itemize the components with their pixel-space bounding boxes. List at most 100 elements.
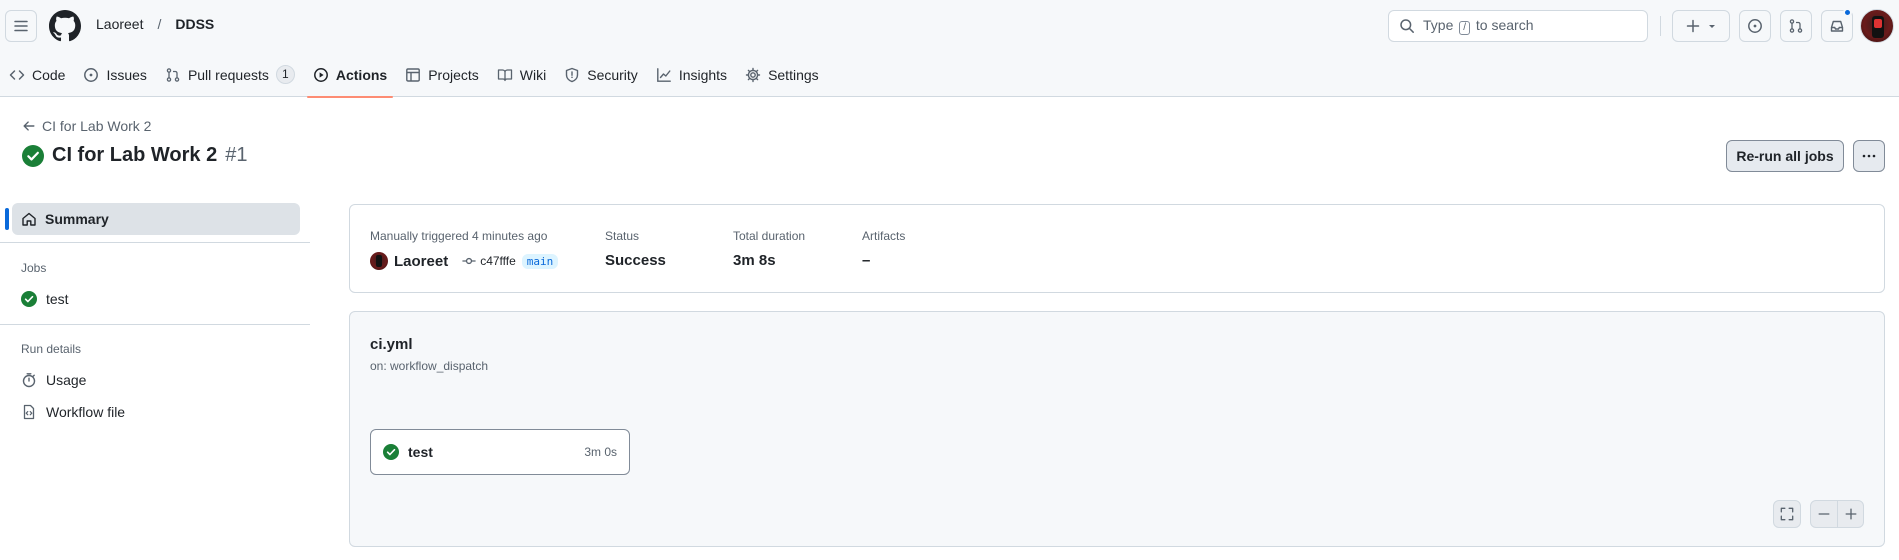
search-shortcut-key: / [1459, 21, 1471, 35]
tab-label: Projects [428, 66, 479, 83]
triangle-down-icon [1709, 25, 1715, 28]
tab-actions[interactable]: Actions [304, 52, 396, 98]
plus-icon [1845, 508, 1856, 520]
status-value: Success [605, 252, 666, 269]
artifacts-value: – [862, 252, 871, 269]
tab-projects[interactable]: Projects [396, 52, 488, 97]
check-circle-fill-icon [22, 144, 44, 167]
tab-code[interactable]: Code [0, 52, 74, 97]
sidebar-divider [0, 242, 310, 243]
minus-icon [1818, 513, 1830, 515]
shield-icon [566, 67, 579, 82]
duration-column: Total duration 3m 8s [733, 229, 805, 269]
duration-value: 3m 8s [733, 252, 776, 269]
sidebar-item-label: Usage [46, 372, 87, 388]
run-details-heading: Run details [21, 342, 82, 356]
tab-label: Actions [335, 66, 388, 83]
actor-link[interactable]: Laoreet [394, 253, 448, 270]
sidebar-item-label: Workflow file [46, 404, 126, 420]
sidebar-item-usage[interactable]: Usage [21, 372, 86, 388]
tab-label: Security [587, 66, 638, 83]
back-to-workflow-link[interactable]: CI for Lab Work 2 [22, 118, 151, 134]
tab-insights[interactable]: Insights [647, 52, 736, 97]
sidebar-item-label: Summary [45, 211, 109, 227]
repo-link[interactable]: DDSS [175, 16, 214, 32]
sidebar-item-workflow-file[interactable]: Workflow file [21, 404, 125, 420]
zoom-in-button[interactable] [1837, 501, 1863, 527]
trigger-column: Manually triggered 4 minutes ago Laoreet… [370, 229, 559, 270]
create-new-button[interactable] [1672, 10, 1730, 42]
fullscreen-icon [1780, 507, 1794, 521]
book-icon [497, 68, 512, 81]
pull-request-icon [166, 67, 180, 82]
tab-label: Settings [768, 66, 819, 83]
tab-security[interactable]: Security [555, 52, 647, 97]
arrow-left-icon [23, 121, 35, 131]
table-icon [406, 67, 421, 82]
tab-label: Wiki [519, 66, 547, 83]
tab-label: Insights [678, 66, 728, 83]
stopwatch-icon [22, 373, 36, 388]
zoom-controls [1810, 500, 1864, 528]
duration-label: Total duration [733, 229, 806, 243]
artifacts-column: Artifacts – [862, 229, 905, 269]
rerun-all-jobs-button[interactable]: Re-run all jobs [1726, 140, 1844, 172]
trigger-label: Manually triggered 4 minutes ago [370, 229, 548, 243]
status-label: Status [605, 229, 640, 243]
run-summary-card: Manually triggered 4 minutes ago Laoreet… [349, 204, 1885, 293]
workflow-graph-card: ci.yml on: workflow_dispatch test 3m 0s [349, 311, 1885, 547]
sidebar-item-summary[interactable]: Summary [5, 203, 300, 235]
commit-link[interactable]: c47fffe [462, 254, 516, 268]
search-input[interactable]: Type / to search [1388, 10, 1648, 42]
kebab-horizontal-icon [1862, 154, 1876, 158]
plus-icon [1686, 19, 1700, 33]
tab-wiki[interactable]: Wiki [488, 52, 555, 97]
more-options-button[interactable] [1853, 140, 1885, 172]
user-avatar[interactable] [1860, 9, 1894, 43]
pull-request-count: 1 [275, 65, 295, 84]
check-circle-fill-icon [383, 444, 399, 460]
repo-nav-tabs: Code Issues Pull requests 1 Actions Proj… [0, 52, 828, 98]
job-node-test[interactable]: test 3m 0s [370, 429, 630, 475]
fullscreen-button[interactable] [1773, 500, 1801, 528]
app-header: Laoreet / DDSS Type / to search Code Iss… [0, 0, 1899, 98]
inbox-icon [1830, 20, 1844, 32]
branch-badge[interactable]: main [521, 253, 559, 269]
issues-button[interactable] [1739, 10, 1771, 42]
job-duration: 3m 0s [584, 445, 617, 459]
check-circle-fill-icon [21, 291, 37, 307]
back-link-label: CI for Lab Work 2 [42, 118, 152, 134]
github-mark-icon [49, 10, 81, 42]
zoom-out-button[interactable] [1811, 501, 1837, 527]
workflow-file-name: ci.yml [370, 336, 413, 353]
commit-sha: c47fffe [480, 254, 516, 268]
tab-settings[interactable]: Settings [736, 52, 828, 97]
graph-icon [656, 67, 671, 82]
breadcrumb: Laoreet / DDSS [96, 16, 214, 32]
github-logo[interactable] [49, 10, 81, 42]
tab-issues[interactable]: Issues [74, 52, 155, 97]
gear-icon [745, 67, 761, 82]
page-title: CI for Lab Work 2 #1 [22, 144, 247, 167]
issue-opened-icon [1748, 19, 1762, 33]
notification-indicator [1843, 8, 1852, 17]
file-code-icon [23, 404, 35, 420]
hamburger-icon [14, 20, 28, 32]
tab-label: Pull requests [187, 66, 269, 83]
menu-button[interactable] [5, 10, 37, 42]
git-pull-request-icon [1789, 19, 1803, 33]
pull-requests-button[interactable] [1780, 10, 1812, 42]
sidebar-item-label: test [46, 291, 69, 307]
header-divider [1660, 16, 1661, 36]
job-name: test [408, 444, 433, 460]
tab-pull-requests[interactable]: Pull requests 1 [156, 52, 304, 97]
owner-link[interactable]: Laoreet [96, 16, 143, 32]
run-number: #1 [225, 144, 248, 166]
tab-label: Code [32, 66, 66, 83]
status-column: Status Success [605, 229, 666, 269]
sidebar-divider [0, 324, 310, 325]
play-icon [313, 67, 328, 82]
issue-icon [84, 67, 99, 82]
artifacts-label: Artifacts [862, 229, 906, 243]
sidebar-item-job-test[interactable]: test [21, 291, 69, 307]
